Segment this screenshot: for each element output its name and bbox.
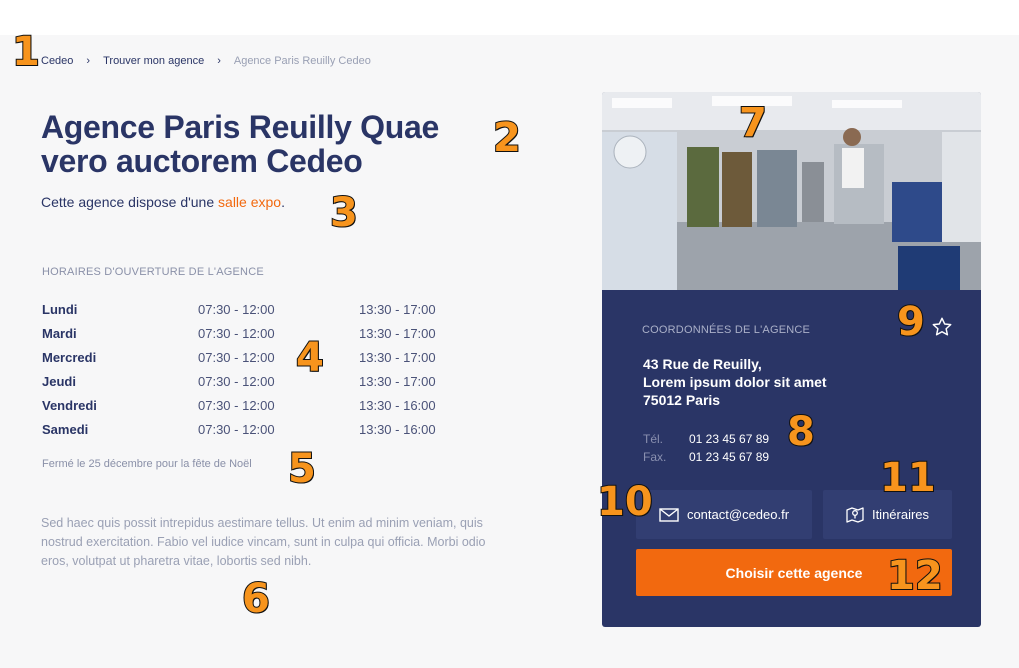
breadcrumb-find-agency[interactable]: Trouver mon agence [103, 55, 204, 67]
hours-afternoon: 13:30 - 17:00 [359, 373, 436, 389]
hours-afternoon: 13:30 - 17:00 [359, 349, 436, 365]
hours-afternoon: 13:30 - 16:00 [359, 421, 436, 437]
agency-description: Sed haec quis possit intrepidus aestimar… [41, 516, 486, 568]
annotation-marker: 12 [886, 553, 944, 599]
annotation-marker: 4 [295, 335, 325, 381]
address-line: 75012 Paris [643, 392, 721, 408]
page-title: Agence Paris Reuilly Quae vero auctorem … [41, 109, 440, 179]
hours-afternoon: 13:30 - 17:00 [359, 325, 436, 341]
closure-note: Fermé le 25 décembre pour la fête de Noë… [42, 458, 252, 470]
hours-day: Mardi [42, 325, 77, 341]
annotation-marker: 2 [492, 115, 522, 161]
fax-number: 01 23 45 67 89 [689, 450, 770, 464]
hours-morning: 07:30 - 12:00 [198, 325, 275, 341]
star-icon[interactable] [931, 316, 953, 338]
breadcrumb-current: Agence Paris Reuilly Cedeo [233, 55, 371, 67]
address-line: 43 Rue de Reuilly, [643, 356, 762, 372]
annotation-marker: 10 [596, 479, 654, 525]
fax-row: Fax. 01 23 45 67 89 [643, 448, 769, 466]
hours-day: Jeudi [42, 373, 76, 389]
showroom-info: Cette agence dispose d'une salle expo. [41, 194, 285, 210]
annotation-marker: 3 [329, 190, 359, 236]
fax-label: Fax. [643, 450, 667, 464]
hours-morning: 07:30 - 12:00 [198, 301, 275, 317]
annotation-marker: 1 [11, 29, 41, 75]
hours-heading: HORAIRES D'OUVERTURE DE L'AGENCE [42, 266, 264, 278]
hours-morning: 07:30 - 12:00 [198, 373, 275, 389]
email-button-label: contact@cedeo.fr [686, 507, 790, 522]
breadcrumb: Cedeo › Trouver mon agence › Agence Pari… [41, 55, 371, 67]
hours-row: Mardi 07:30 - 12:00 13:30 - 17:00 [42, 321, 436, 345]
hours-afternoon: 13:30 - 16:00 [359, 397, 436, 413]
hours-day: Vendredi [42, 397, 97, 413]
showroom-link[interactable]: salle expo [218, 194, 281, 210]
envelope-icon [659, 507, 679, 522]
phone-label: Tél. [643, 432, 664, 446]
agency-photo [602, 92, 981, 290]
hours-afternoon: 13:30 - 17:00 [359, 301, 436, 317]
annotation-marker: 6 [241, 576, 271, 622]
breadcrumb-home[interactable]: Cedeo [41, 55, 73, 67]
breadcrumb-separator: › [86, 55, 91, 67]
hours-morning: 07:30 - 12:00 [198, 349, 275, 365]
annotation-marker: 9 [896, 299, 926, 345]
hours-row: Vendredi 07:30 - 12:00 13:30 - 16:00 [42, 393, 436, 417]
itinerary-button-label: Itinéraires [871, 507, 930, 522]
hours-morning: 07:30 - 12:00 [198, 397, 275, 413]
showroom-prefix: Cette agence dispose d'une [41, 194, 219, 210]
card-heading: COORDONNÉES DE L'AGENCE [642, 324, 811, 336]
agency-card: COORDONNÉES DE L'AGENCE 43 Rue de Reuill… [602, 92, 981, 627]
hours-day: Lundi [42, 301, 78, 317]
hours-day: Samedi [42, 421, 89, 437]
agency-address: 43 Rue de Reuilly, Lorem ipsum dolor sit… [643, 355, 827, 409]
annotation-marker: 11 [879, 455, 937, 501]
address-line: Lorem ipsum dolor sit amet [643, 374, 827, 390]
hours-row: Jeudi 07:30 - 12:00 13:30 - 17:00 [42, 369, 436, 393]
opening-hours-table: Lundi 07:30 - 12:00 13:30 - 17:00 Mardi 07:… [42, 297, 436, 441]
showroom-suffix: . [281, 194, 285, 210]
annotation-marker: 8 [786, 409, 816, 455]
annotation-marker: 7 [738, 100, 768, 146]
phone-row: Tél. 01 23 45 67 89 [643, 430, 769, 448]
hours-day: Mercredi [42, 349, 97, 365]
hours-row: Mercredi 07:30 - 12:00 13:30 - 17:00 [42, 345, 436, 369]
contact-numbers: Tél. 01 23 45 67 89 Fax. 01 23 45 67 89 [643, 430, 769, 466]
annotation-marker: 5 [287, 446, 317, 492]
breadcrumb-separator: › [217, 55, 221, 67]
hours-morning: 07:30 - 12:00 [198, 421, 275, 437]
hours-row: Samedi 07:30 - 12:00 13:30 - 16:00 [42, 417, 436, 441]
phone-number[interactable]: 01 23 45 67 89 [689, 430, 769, 448]
hours-row: Lundi 07:30 - 12:00 13:30 - 17:00 [42, 297, 436, 321]
email-button[interactable]: contact@cedeo.fr [636, 490, 812, 539]
map-pin-icon [846, 506, 864, 524]
